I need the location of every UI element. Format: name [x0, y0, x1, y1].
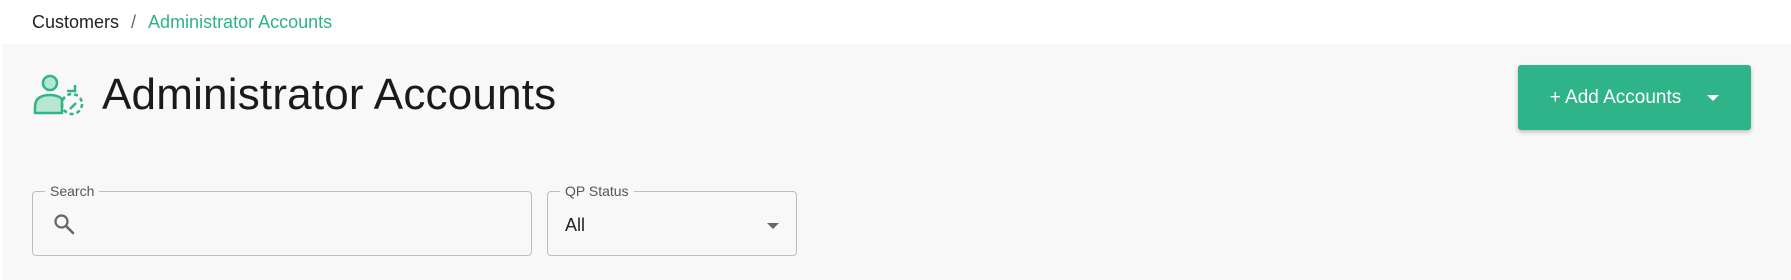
page-header: Administrator Accounts: [32, 70, 556, 120]
add-accounts-button[interactable]: + Add Accounts: [1518, 65, 1751, 130]
add-accounts-label: + Add Accounts: [1549, 86, 1682, 108]
breadcrumb: Customers / Administrator Accounts: [32, 12, 332, 33]
search-icon: [54, 214, 75, 235]
page-title: Administrator Accounts: [102, 70, 557, 119]
search-input[interactable]: [89, 206, 513, 244]
dropdown-arrow-icon: [767, 223, 779, 229]
qp-status-value: All: [565, 215, 586, 235]
breadcrumb-bar: Customers / Administrator Accounts: [0, 0, 1791, 44]
qp-status-label: QP Status: [560, 183, 634, 199]
search-label: Search: [45, 183, 100, 199]
qp-status-select[interactable]: QP Status All: [547, 183, 797, 256]
user-settings-icon: [33, 74, 84, 116]
breadcrumb-current: Administrator Accounts: [148, 11, 333, 32]
search-field[interactable]: Search: [32, 183, 532, 256]
breadcrumb-customers-link[interactable]: Customers: [32, 12, 119, 33]
chevron-down-icon: [1707, 94, 1720, 101]
breadcrumb-separator: /: [131, 11, 137, 32]
main-content: Administrator Accounts + Add Accounts Se…: [2, 44, 1791, 280]
